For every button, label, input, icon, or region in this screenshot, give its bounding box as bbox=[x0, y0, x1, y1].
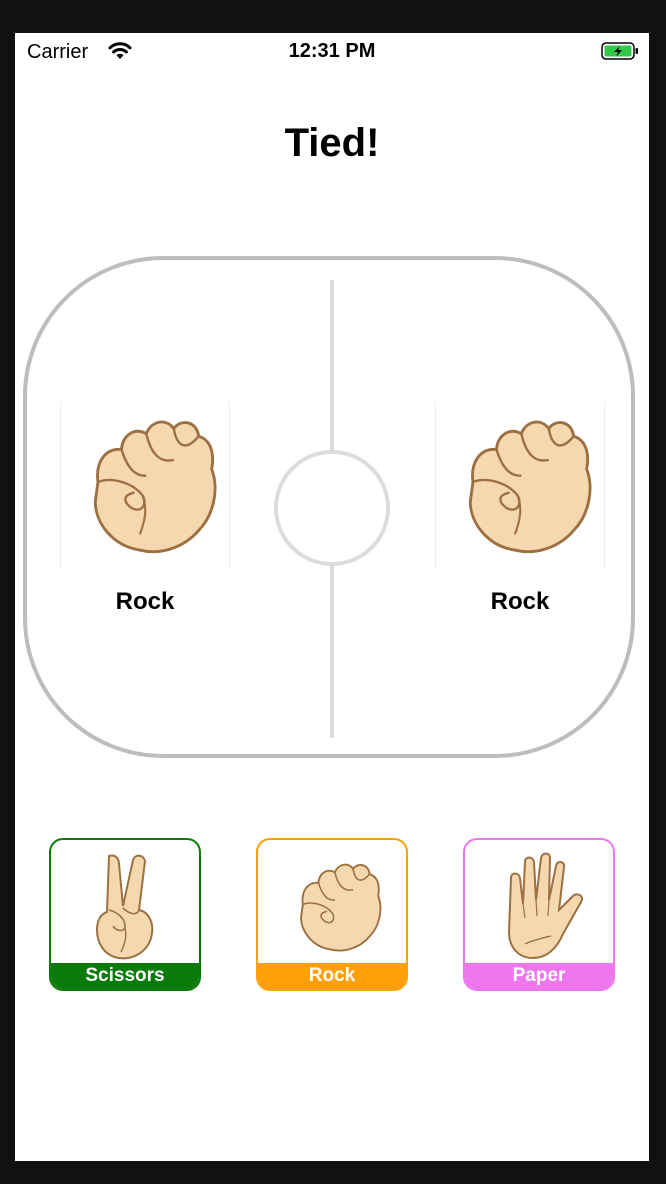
scissors-choice-label: Scissors bbox=[51, 963, 199, 989]
rock-fist-icon bbox=[468, 420, 592, 554]
rock-choice-label: Rock bbox=[258, 963, 406, 989]
status-time: 12:31 PM bbox=[288, 40, 376, 62]
paper-choice-label: Paper bbox=[465, 963, 613, 989]
paper-hand-icon bbox=[507, 852, 583, 960]
opponent-hand-label: Rock bbox=[490, 588, 550, 615]
arena-divider-top bbox=[330, 280, 334, 450]
player-hand bbox=[60, 401, 230, 571]
arena-divider-bottom bbox=[330, 566, 334, 738]
rock-choice-button[interactable]: Rock bbox=[256, 838, 408, 991]
player-hand-label: Rock bbox=[115, 588, 175, 615]
app-screen: Carrier 12:31 PM Tied! Rock Rock Scissor… bbox=[15, 33, 649, 1161]
rock-fist-icon bbox=[93, 420, 217, 554]
opponent-hand bbox=[435, 401, 605, 571]
arena-center-circle bbox=[274, 450, 390, 566]
result-title: Tied! bbox=[284, 121, 380, 165]
rock-fist-icon bbox=[300, 863, 382, 952]
scissors-choice-button[interactable]: Scissors bbox=[49, 838, 201, 991]
status-bar: Carrier 12:31 PM bbox=[15, 33, 649, 69]
scissors-hand-icon bbox=[95, 854, 154, 960]
battery-charging-icon bbox=[601, 41, 639, 66]
paper-choice-button[interactable]: Paper bbox=[463, 838, 615, 991]
